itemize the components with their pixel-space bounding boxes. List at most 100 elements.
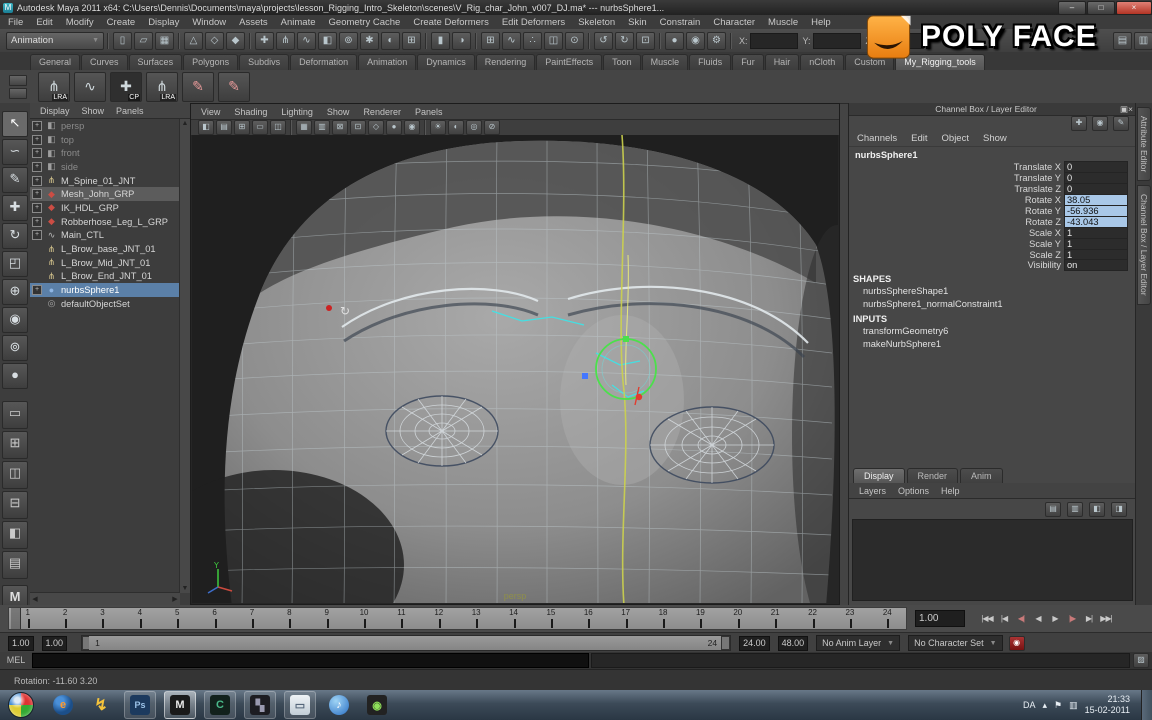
outliner-item-m-spine-01-jnt[interactable]: + ⋔ M_Spine_01_JNT <box>30 174 180 188</box>
shelf-tab-polygons[interactable]: Polygons <box>183 54 238 70</box>
shelf-tab-general[interactable]: General <box>30 54 80 70</box>
outliner-item-ik-hdl-grp[interactable]: + ◆ IK_HDL_GRP <box>30 201 180 215</box>
menu-character[interactable]: Character <box>713 17 755 28</box>
anim-layer-dropdown[interactable]: No Anim Layer ▼ <box>816 635 900 651</box>
expand-icon[interactable]: + <box>32 203 42 213</box>
layout-outliner-persp-button[interactable]: ◧ <box>2 521 28 549</box>
taskbar-firefox-icon[interactable]: e <box>48 692 78 718</box>
lock-selection-button[interactable]: ▮ <box>431 32 450 50</box>
range-bar[interactable]: 1 24 <box>81 635 731 651</box>
layout-hypergraph-button[interactable]: ▤ <box>2 551 28 579</box>
shelf-lra-tool-button[interactable]: ⋔ LRA <box>146 72 178 102</box>
outliner-item-l-brow-base-jnt-01[interactable]: ⋔ L_Brow_base_JNT_01 <box>30 242 180 256</box>
outliner-vertical-scrollbar[interactable]: ▲ ▼ <box>179 119 190 593</box>
outliner-item-top[interactable]: + ◧ top <box>30 133 180 147</box>
xray-button[interactable]: ◎ <box>466 120 482 135</box>
mask-curves-button[interactable]: ∿ <box>297 32 316 50</box>
shape-node-nurbssphereshape1[interactable]: nurbsSphereShape1 <box>849 285 1136 298</box>
expand-icon[interactable]: + <box>32 148 42 158</box>
new-layer-from-selected-button[interactable]: ◨ <box>1111 502 1127 517</box>
viewport-canvas[interactable]: ↻ Y persp <box>192 135 838 603</box>
outliner-menu-show[interactable]: Show <box>82 106 105 116</box>
outliner-item-side[interactable]: + ◧ side <box>30 160 180 174</box>
animation-start-field[interactable]: 1.00 <box>8 636 34 651</box>
snap-grid-button[interactable]: ⊞ <box>481 32 500 50</box>
select-hierarchy-button[interactable]: △ <box>184 32 203 50</box>
select-component-button[interactable]: ◆ <box>226 32 245 50</box>
shelf-tab-dynamics[interactable]: Dynamics <box>417 54 475 70</box>
viewport-menu-show[interactable]: Show <box>327 107 350 117</box>
next-key-button[interactable]: ▶| <box>1081 611 1097 627</box>
outliner-item-robberhose-leg-l-grp[interactable]: + ◆ Robberhose_Leg_L_GRP <box>30 215 180 229</box>
menu-skin[interactable]: Skin <box>628 17 646 28</box>
mask-misc-button[interactable]: ⊞ <box>402 32 421 50</box>
resolution-gate-button[interactable]: ◫ <box>270 120 286 135</box>
layer-type-icon[interactable]: ▥ <box>1067 502 1083 517</box>
outliner-item-l-brow-end-jnt-01[interactable]: ⋔ L_Brow_End_JNT_01 <box>30 270 180 284</box>
outliner-horizontal-scrollbar[interactable]: ◀ ▶ <box>30 592 180 605</box>
channel-edit-pencil-icon[interactable]: ✎ <box>1113 116 1129 131</box>
shelf-tab-rendering[interactable]: Rendering <box>476 54 536 70</box>
layer-enable-icon[interactable]: ▤ <box>1045 502 1061 517</box>
play-forwards-button[interactable]: ▶ <box>1047 611 1063 627</box>
layer-tab-render[interactable]: Render <box>907 468 959 483</box>
taskbar-clock[interactable]: 21:33 15-02-2011 <box>1085 694 1130 716</box>
taskbar-maya-icon[interactable]: M <box>164 691 196 719</box>
viewport-menu-lighting[interactable]: Lighting <box>281 107 313 117</box>
frame-19[interactable]: 19 <box>682 608 719 629</box>
edit-menu[interactable]: Edit <box>911 133 927 144</box>
scroll-right-icon[interactable]: ▶ <box>170 595 180 603</box>
new-empty-layer-button[interactable]: ◧ <box>1089 502 1105 517</box>
layout-single-pane-button[interactable]: ▭ <box>2 401 28 429</box>
menu-edit[interactable]: Edit <box>36 17 52 28</box>
shelf-tab-fluids[interactable]: Fluids <box>689 54 731 70</box>
y-input-field[interactable] <box>813 33 861 49</box>
snap-plane-button[interactable]: ◫ <box>544 32 563 50</box>
frame-22[interactable]: 22 <box>794 608 831 629</box>
wireframe-mode-button[interactable]: ◇ <box>368 120 384 135</box>
previous-frame-button[interactable]: ◀| <box>1013 611 1029 627</box>
action-center-flag-icon[interactable]: ⚑ <box>1054 700 1062 711</box>
menu-edit-deformers[interactable]: Edit Deformers <box>502 17 565 28</box>
menu-constrain[interactable]: Constrain <box>660 17 701 28</box>
expand-icon[interactable]: + <box>32 230 42 240</box>
frame-4[interactable]: 4 <box>121 608 158 629</box>
save-scene-button[interactable]: ▦ <box>155 32 174 50</box>
play-backwards-button[interactable]: ◀ <box>1030 611 1046 627</box>
options-menu[interactable]: Options <box>898 486 929 496</box>
input-node-makenurbsphere1[interactable]: makeNurbSphere1 <box>849 338 1136 351</box>
field-chart-button[interactable]: ▥ <box>314 120 330 135</box>
taskbar-itunes-icon[interactable]: ♪ <box>324 692 354 718</box>
shelf-tab-painteffects[interactable]: PaintEffects <box>536 54 602 70</box>
tab-channel-box-layer-editor[interactable]: Channel Box / Layer Editor <box>1137 185 1151 305</box>
taskbar-mudbox-icon[interactable]: ▚ <box>244 691 276 719</box>
command-input-field[interactable] <box>32 653 589 668</box>
shape-node-normalconstraint1[interactable]: nurbsSphere1_normalConstraint1 <box>849 298 1136 311</box>
menu-modify[interactable]: Modify <box>66 17 94 28</box>
camera-attributes-button[interactable]: ◧ <box>198 120 214 135</box>
timeline-ruler[interactable]: 1 2 3 4 5 6 7 8 9 10 11 12 13 14 15 16 1… <box>8 607 907 630</box>
shelf-tab-subdivs[interactable]: Subdivs <box>239 54 289 70</box>
frame-13[interactable]: 13 <box>458 608 495 629</box>
selected-object-name[interactable]: nurbsSphere1 <box>849 147 1136 162</box>
expand-icon[interactable]: + <box>32 285 42 295</box>
mask-surfaces-button[interactable]: ◧ <box>318 32 337 50</box>
shelf-tab-hair[interactable]: Hair <box>765 54 800 70</box>
frame-3[interactable]: 3 <box>84 608 121 629</box>
mask-deformations-button[interactable]: ⊚ <box>339 32 358 50</box>
viewport-menu-panels[interactable]: Panels <box>415 107 443 117</box>
safe-title-button[interactable]: ⊡ <box>350 120 366 135</box>
shelf-tab-curves[interactable]: Curves <box>81 54 128 70</box>
menu-create-deformers[interactable]: Create Deformers <box>413 17 489 28</box>
shelf-tab-surfaces[interactable]: Surfaces <box>129 54 183 70</box>
select-object-button[interactable]: ◇ <box>205 32 224 50</box>
last-tool-button[interactable]: ● <box>2 363 28 389</box>
expand-icon[interactable]: + <box>32 176 42 186</box>
move-tool-button[interactable]: ✚ <box>2 195 28 221</box>
taskbar-camtasia-icon[interactable]: C <box>204 691 236 719</box>
lasso-tool-button[interactable]: ∽ <box>2 139 28 165</box>
shelf-joint-tool-button[interactable]: ⋔ LRA <box>38 72 70 102</box>
output-connections-button[interactable]: ↻ <box>615 32 634 50</box>
safe-action-button[interactable]: ⊠ <box>332 120 348 135</box>
object-menu[interactable]: Object <box>942 133 969 144</box>
